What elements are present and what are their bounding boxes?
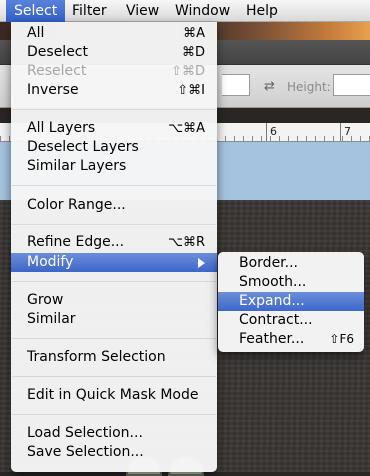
menu-item-grow[interactable]: Grow bbox=[11, 291, 217, 310]
menu-item-label: Refine Edge... bbox=[27, 234, 125, 250]
menubar-select[interactable]: Select bbox=[6, 0, 66, 22]
menu-item-shortcut: ⌘A bbox=[183, 26, 205, 41]
submenu-item-smooth[interactable]: Smooth... bbox=[218, 273, 364, 292]
menu-separator bbox=[12, 281, 216, 282]
menu-separator bbox=[12, 338, 216, 339]
menubar-window[interactable]: Window bbox=[167, 0, 238, 22]
submenu-item-label: Expand... bbox=[239, 293, 305, 309]
menu-item-deselect-layers[interactable]: Deselect Layers bbox=[11, 138, 217, 157]
ruler-major-tick bbox=[340, 123, 341, 141]
menu-item-reselect: Reselect ⇧⌘D bbox=[11, 62, 217, 81]
ruler-label: 6 bbox=[270, 125, 277, 138]
menu-item-label: Color Range... bbox=[27, 197, 126, 213]
menu-bar: Select Filter View Window Help bbox=[0, 0, 370, 22]
menu-item-shortcut: ⌘D bbox=[181, 45, 205, 60]
select-menu: All ⌘A Deselect ⌘D Reselect ⇧⌘D Inverse … bbox=[11, 22, 217, 472]
ruler-label: 7 bbox=[344, 125, 351, 138]
submenu-item-label: Contract... bbox=[239, 312, 313, 328]
height-field[interactable] bbox=[333, 74, 370, 96]
menu-item-shortcut: ⌥⌘R bbox=[167, 235, 205, 250]
submenu-item-label: Feather... bbox=[239, 331, 305, 347]
menu-item-label: All bbox=[27, 25, 45, 41]
menu-item-label: Deselect bbox=[27, 44, 88, 60]
width-field[interactable] bbox=[222, 74, 250, 96]
swap-dimensions-icon[interactable]: ⇄ bbox=[264, 79, 275, 94]
menu-item-label: Similar bbox=[27, 311, 76, 327]
menu-item-label: Deselect Layers bbox=[27, 139, 139, 155]
menu-item-label: Grow bbox=[27, 292, 64, 308]
menu-separator bbox=[12, 376, 216, 377]
modify-submenu: Border... Smooth... Expand... Contract..… bbox=[218, 252, 364, 352]
menu-item-label: Similar Layers bbox=[27, 158, 127, 174]
menubar-help[interactable]: Help bbox=[238, 0, 286, 22]
height-label: Height: bbox=[287, 80, 331, 94]
menu-item-similar-layers[interactable]: Similar Layers bbox=[11, 157, 217, 176]
menu-item-refine-edge[interactable]: Refine Edge... ⌥⌘R bbox=[11, 233, 217, 252]
menu-separator bbox=[12, 224, 216, 225]
submenu-item-label: Smooth... bbox=[239, 274, 307, 290]
menu-item-label: Modify bbox=[27, 254, 74, 270]
menu-item-all[interactable]: All ⌘A bbox=[11, 24, 217, 43]
submenu-item-feather[interactable]: Feather... ⇧F6 bbox=[218, 330, 364, 349]
menu-item-shortcut: ⌥⌘A bbox=[168, 121, 205, 136]
menu-item-all-layers[interactable]: All Layers ⌥⌘A bbox=[11, 119, 217, 138]
menu-item-load-selection[interactable]: Load Selection... bbox=[11, 424, 217, 443]
menu-item-label: Reselect bbox=[27, 63, 87, 79]
submenu-arrow-icon bbox=[198, 258, 205, 268]
menu-item-label: Transform Selection bbox=[27, 349, 166, 365]
menu-item-deselect[interactable]: Deselect ⌘D bbox=[11, 43, 217, 62]
submenu-item-border[interactable]: Border... bbox=[218, 254, 364, 273]
submenu-item-shortcut: ⇧F6 bbox=[329, 332, 354, 346]
menu-item-shortcut: ⇧⌘I bbox=[177, 83, 205, 98]
menu-item-label: Save Selection... bbox=[27, 444, 144, 460]
menu-item-modify[interactable]: Modify bbox=[11, 253, 217, 272]
menu-separator bbox=[12, 414, 216, 415]
menu-separator bbox=[12, 109, 216, 110]
menu-item-inverse[interactable]: Inverse ⇧⌘I bbox=[11, 81, 217, 100]
menu-separator bbox=[12, 185, 216, 186]
submenu-item-expand[interactable]: Expand... bbox=[218, 292, 364, 311]
menu-item-label: Edit in Quick Mask Mode bbox=[27, 387, 199, 403]
menu-item-label: Load Selection... bbox=[27, 425, 143, 441]
menu-item-shortcut: ⇧⌘D bbox=[171, 64, 205, 79]
menu-item-transform-selection[interactable]: Transform Selection bbox=[11, 348, 217, 367]
ruler-major-tick bbox=[266, 123, 267, 141]
menu-item-quick-mask[interactable]: Edit in Quick Mask Mode bbox=[11, 386, 217, 405]
submenu-item-contract[interactable]: Contract... bbox=[218, 311, 364, 330]
menubar-view[interactable]: View bbox=[118, 0, 167, 22]
menubar-filter[interactable]: Filter bbox=[64, 0, 115, 22]
menu-item-save-selection[interactable]: Save Selection... bbox=[11, 443, 217, 462]
menu-item-similar[interactable]: Similar bbox=[11, 310, 217, 329]
menu-item-label: All Layers bbox=[27, 120, 96, 136]
menu-item-label: Inverse bbox=[27, 82, 79, 98]
submenu-item-label: Border... bbox=[239, 255, 299, 271]
menu-item-color-range[interactable]: Color Range... bbox=[11, 196, 217, 215]
